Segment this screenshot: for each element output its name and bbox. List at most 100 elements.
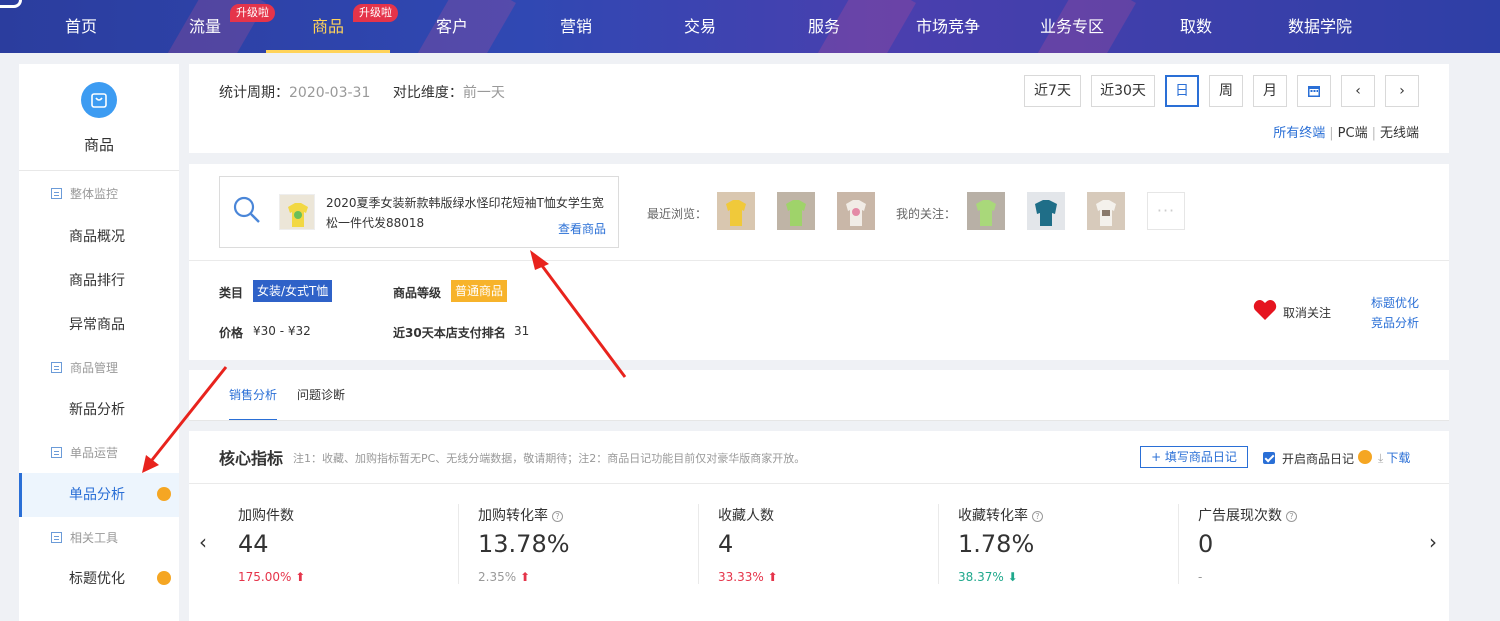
chevron-right-icon[interactable]: › bbox=[1429, 530, 1437, 554]
week-button[interactable]: 周 bbox=[1209, 75, 1243, 107]
top-navigation: 首页 流量 升级啦 商品 升级啦 客户 营销 交易 服务 市场竞争 业务专区 取… bbox=[0, 0, 1500, 53]
terminal-pc[interactable]: PC端 bbox=[1338, 126, 1368, 141]
competitor-analysis-link[interactable]: 竞品分析 bbox=[1371, 314, 1419, 331]
sidebar-item-overview[interactable]: 商品概况 bbox=[19, 215, 179, 259]
diary-checkbox[interactable] bbox=[1263, 452, 1275, 464]
write-diary-button[interactable]: + 填写商品日记 bbox=[1140, 446, 1248, 468]
group-label: 整体监控 bbox=[70, 187, 119, 201]
metric-label: 广告展现次数? bbox=[1198, 505, 1297, 525]
core-metrics-panel: 核心指标 注1：收藏、加购指标暂无PC、无线分端数据，敬请期待；注2：商品日记功… bbox=[189, 431, 1449, 621]
compare-label: 对比维度： bbox=[392, 85, 463, 101]
nav-item-marketing[interactable]: 营销 bbox=[514, 0, 638, 53]
last-30-days-button[interactable]: 近30天 bbox=[1091, 75, 1155, 107]
metric-card[interactable]: 加购件数 44 175.00% ⬆ bbox=[218, 484, 458, 621]
metric-value: 13.78% bbox=[478, 530, 570, 558]
chevron-left-icon[interactable]: ‹ bbox=[199, 530, 207, 554]
divider bbox=[189, 420, 1449, 421]
followed-product-thumbnail[interactable] bbox=[1087, 192, 1125, 230]
calendar-button[interactable] bbox=[1297, 75, 1331, 107]
view-product-link[interactable]: 查看商品 bbox=[558, 220, 606, 237]
followed-product-thumbnail[interactable] bbox=[967, 192, 1005, 230]
metric-change-value: - bbox=[1198, 570, 1203, 584]
core-metrics-title: 核心指标 bbox=[219, 449, 284, 468]
metric-card[interactable]: 加购转化率? 13.78% 2.35% ⬆ bbox=[458, 484, 698, 621]
month-button[interactable]: 月 bbox=[1253, 75, 1287, 107]
sidebar-item-new-product[interactable]: 新品分析 bbox=[19, 388, 179, 432]
recent-product-thumbnail[interactable] bbox=[837, 192, 875, 230]
arrow-up-icon: ⬆ bbox=[295, 570, 306, 584]
group-label: 相关工具 bbox=[70, 531, 119, 545]
metric-change: 2.35% ⬆ bbox=[478, 570, 530, 584]
followed-product-thumbnail[interactable] bbox=[1027, 192, 1065, 230]
calendar-icon bbox=[1308, 86, 1320, 97]
recent-product-thumbnail[interactable] bbox=[777, 192, 815, 230]
nav-label: 服务 bbox=[807, 17, 840, 36]
nav-item-customer[interactable]: 客户 bbox=[390, 0, 514, 53]
category-tag: 女装/女式T恤 bbox=[253, 280, 333, 302]
metric-label-text: 加购转化率 bbox=[478, 508, 548, 524]
metric-change: 38.37% ⬇ bbox=[958, 570, 1018, 584]
metric-change: 175.00% ⬆ bbox=[238, 570, 305, 584]
rank-label: 近30天本店支付排名 bbox=[393, 326, 506, 340]
nav-item-service[interactable]: 服务 bbox=[762, 0, 886, 53]
metric-change-value: 38.37% bbox=[958, 570, 1004, 584]
metric-change: 33.33% ⬆ bbox=[718, 570, 778, 584]
sidebar-item-label: 标题优化 bbox=[69, 571, 125, 587]
report-icon bbox=[51, 532, 62, 543]
prev-period-button[interactable]: ‹ bbox=[1341, 75, 1375, 107]
nav-label: 交易 bbox=[683, 17, 716, 36]
metric-card[interactable]: 收藏转化率? 1.78% 38.37% ⬇ bbox=[938, 484, 1178, 621]
nav-label: 首页 bbox=[64, 17, 97, 36]
nav-label: 数据学院 bbox=[1287, 17, 1352, 36]
nav-item-home[interactable]: 首页 bbox=[19, 0, 143, 53]
nav-label: 客户 bbox=[435, 17, 468, 36]
metric-label: 加购转化率? bbox=[478, 505, 563, 525]
report-icon bbox=[51, 447, 62, 458]
metric-card[interactable]: 收藏人数 4 33.33% ⬆ bbox=[698, 484, 938, 621]
nav-label: 流量 bbox=[188, 17, 221, 36]
shopping-bag-icon bbox=[81, 82, 117, 118]
sidebar-title: 商品 bbox=[83, 136, 114, 154]
unfollow-button[interactable]: 取消关注 bbox=[1283, 304, 1331, 321]
nav-item-competition[interactable]: 市场竞争 bbox=[886, 0, 1010, 53]
sidebar-item-title-optimize[interactable]: 标题优化 bbox=[19, 557, 179, 601]
nav-item-business[interactable]: 业务专区 bbox=[1010, 0, 1134, 53]
metric-card[interactable]: 广告展现次数? 0 - bbox=[1178, 484, 1418, 621]
sidebar-item-ranking[interactable]: 商品排行 bbox=[19, 259, 179, 303]
more-follow-button[interactable]: ··· bbox=[1147, 192, 1185, 230]
nav-label: 取数 bbox=[1179, 17, 1212, 36]
title-optimize-link[interactable]: 标题优化 bbox=[1371, 294, 1419, 311]
arrow-up-icon: ⬆ bbox=[519, 570, 531, 584]
chevron-left-icon: ‹ bbox=[1355, 83, 1361, 99]
help-icon[interactable]: ? bbox=[1032, 511, 1043, 522]
nav-item-trade[interactable]: 交易 bbox=[638, 0, 762, 53]
heart-icon[interactable] bbox=[1253, 299, 1277, 321]
tab-problem-diagnosis[interactable]: 问题诊断 bbox=[297, 370, 345, 421]
terminal-all[interactable]: 所有终端 bbox=[1273, 126, 1325, 141]
product-search-box[interactable]: 2020夏季女装新款韩版绿水怪印花短袖T恤女学生宽松一件代发88018 查看商品 bbox=[219, 176, 619, 248]
nav-item-fetch[interactable]: 取数 bbox=[1134, 0, 1258, 53]
sidebar-group-monitor: 整体监控 bbox=[51, 184, 118, 204]
metric-change-value: 175.00% bbox=[238, 570, 292, 584]
next-period-button[interactable]: › bbox=[1385, 75, 1419, 107]
nav-item-academy[interactable]: 数据学院 bbox=[1258, 0, 1382, 53]
search-icon[interactable] bbox=[232, 195, 262, 225]
tab-sales-analysis[interactable]: 销售分析 bbox=[229, 370, 278, 421]
sidebar: 商品 整体监控 商品概况 商品排行 异常商品 商品管理 新品分析 单品运营 单品… bbox=[19, 64, 179, 621]
download-button[interactable]: ⤓ 下载 bbox=[1378, 449, 1410, 466]
recent-product-thumbnail[interactable] bbox=[717, 192, 755, 230]
last-7-days-button[interactable]: 近7天 bbox=[1024, 75, 1081, 107]
sidebar-item-abnormal[interactable]: 异常商品 bbox=[19, 303, 179, 347]
price-label: 价格 bbox=[219, 326, 244, 340]
new-dot-badge bbox=[1358, 450, 1372, 464]
metric-change: - bbox=[1198, 570, 1202, 584]
sidebar-item-label: 新品分析 bbox=[69, 402, 125, 418]
help-icon[interactable]: ? bbox=[552, 511, 563, 522]
sidebar-item-single-analysis[interactable]: 单品分析 bbox=[19, 473, 179, 517]
help-icon[interactable]: ? bbox=[1286, 511, 1297, 522]
day-button[interactable]: 日 bbox=[1165, 75, 1199, 107]
arrow-up-icon: ⬆ bbox=[767, 570, 778, 584]
terminal-wireless[interactable]: 无线端 bbox=[1380, 126, 1419, 141]
sidebar-item-label: 商品概况 bbox=[69, 229, 125, 245]
category-label: 类目 bbox=[219, 286, 244, 300]
